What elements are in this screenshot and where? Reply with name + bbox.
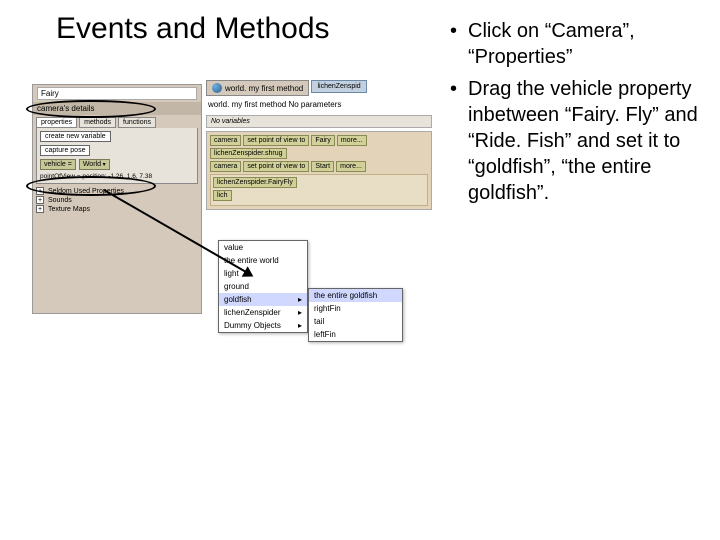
bullet-item: Drag the vehicle property inbetween “Fai… — [450, 76, 700, 206]
command-row[interactable]: camera set point of view to Start more..… — [210, 161, 428, 172]
cmd-tile[interactable]: lich — [213, 190, 232, 201]
tab-properties[interactable]: properties — [36, 117, 77, 128]
popup-item[interactable]: ground — [219, 280, 307, 293]
expander-label[interactable]: Texture Maps — [48, 205, 90, 214]
slide-title: Events and Methods — [56, 12, 330, 46]
no-variables-row: No variables — [206, 115, 432, 128]
expand-icon[interactable]: + — [36, 196, 44, 204]
cmd-tile[interactable]: camera — [210, 161, 241, 172]
vehicle-value[interactable]: World — [79, 159, 110, 170]
details-body: create new variable capture pose vehicle… — [36, 128, 198, 184]
method-editor: world. my first method lichenZenspid wor… — [206, 72, 432, 392]
editor-tab-label: world. my first method — [225, 84, 303, 93]
vehicle-tile[interactable]: vehicle = — [40, 159, 76, 170]
cmd-tile[interactable]: lichenZenspider.shrug — [210, 148, 287, 159]
command-row[interactable]: lichenZenspider.shrug — [210, 148, 428, 159]
popup-item[interactable]: light — [219, 267, 307, 280]
bullet-list: Click on “Camera”, “Properties” Drag the… — [450, 18, 700, 212]
popup-item[interactable]: Dummy Objects — [219, 319, 307, 332]
submenu-item[interactable]: rightFin — [309, 302, 402, 315]
tab-functions[interactable]: functions — [118, 117, 156, 128]
popup-item-goldfish[interactable]: goldfish — [219, 293, 307, 306]
tab-methods[interactable]: methods — [79, 117, 116, 128]
cmd-tile[interactable]: set point of view to — [243, 135, 309, 146]
goldfish-submenu[interactable]: the entire goldfish rightFin tail leftFi… — [308, 288, 403, 342]
editor-header: world. my first method No parameters — [206, 100, 432, 109]
cmd-tile[interactable]: Fairy — [311, 135, 335, 146]
cmd-tile[interactable]: more... — [337, 135, 367, 146]
expander-label[interactable]: Sounds — [48, 196, 72, 205]
popup-item[interactable]: value — [219, 241, 307, 254]
expand-icon[interactable]: + — [36, 205, 44, 213]
command-row[interactable]: camera set point of view to Fairy more..… — [210, 135, 428, 146]
vehicle-popup-menu[interactable]: value the entire world light ground gold… — [218, 240, 308, 333]
annotation-oval — [26, 176, 156, 196]
submenu-item[interactable]: leftFin — [309, 328, 402, 341]
cmd-tile[interactable]: lichenZenspider.FairyFly — [213, 177, 297, 188]
cmd-tile[interactable]: more... — [336, 161, 366, 172]
vehicle-property-row[interactable]: vehicle = World — [40, 159, 194, 170]
editor-tab-lichen[interactable]: lichenZenspid — [311, 80, 366, 93]
bullet-item: Click on “Camera”, “Properties” — [450, 18, 700, 70]
editor-body: camera set point of view to Fairy more..… — [206, 131, 432, 210]
popup-item[interactable]: lichenZenspider — [219, 306, 307, 319]
cmd-tile[interactable]: Start — [311, 161, 334, 172]
world-icon — [212, 83, 222, 93]
annotation-oval — [26, 100, 156, 118]
create-variable-button[interactable]: create new variable — [40, 131, 111, 142]
submenu-item-entire-goldfish[interactable]: the entire goldfish — [309, 289, 402, 302]
capture-pose-button[interactable]: capture pose — [40, 145, 90, 156]
tree-item[interactable]: Fairy — [37, 87, 197, 100]
cmd-tile[interactable]: camera — [210, 135, 241, 146]
details-tabs: properties methods functions — [36, 117, 198, 128]
submenu-item[interactable]: tail — [309, 315, 402, 328]
alice-screenshot: Fairy camera's details properties method… — [32, 72, 432, 392]
nested-block[interactable]: lichenZenspider.FairyFly lich — [210, 174, 428, 206]
editor-tab-world[interactable]: world. my first method — [206, 80, 309, 96]
cmd-tile[interactable]: set point of view to — [243, 161, 309, 172]
